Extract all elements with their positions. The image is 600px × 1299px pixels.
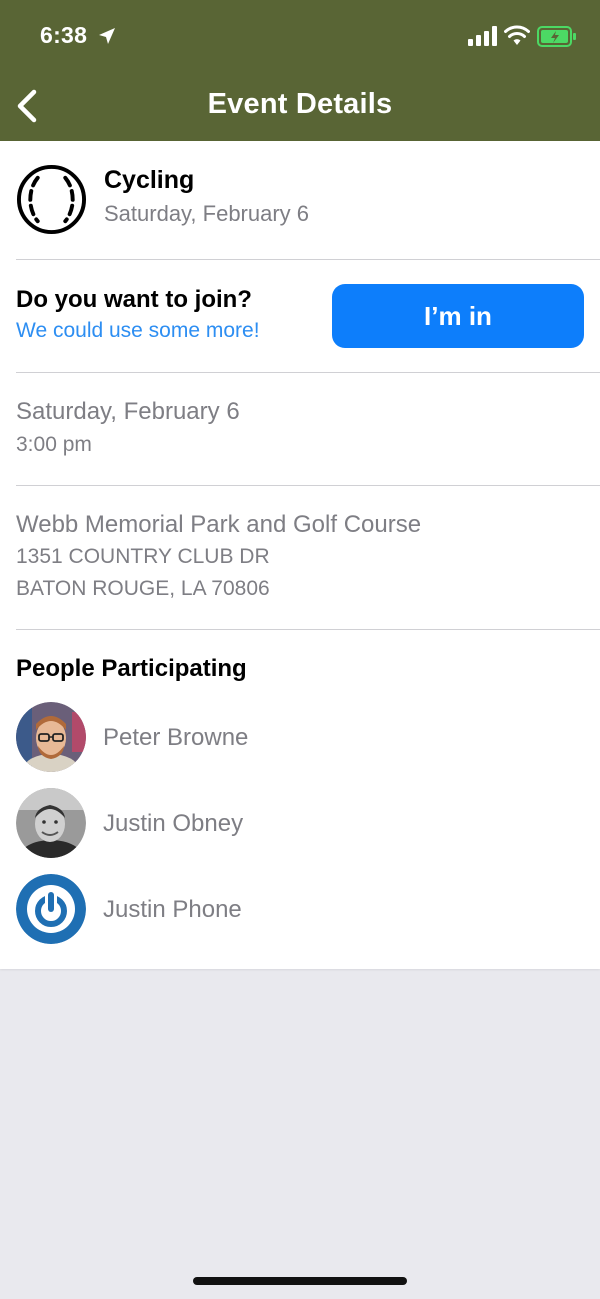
divider <box>16 485 600 486</box>
event-when-time: 3:00 pm <box>16 433 92 456</box>
ball-icon <box>16 164 87 235</box>
event-when-date: Saturday, February 6 <box>16 398 240 425</box>
im-in-button[interactable]: I’m in <box>332 284 584 348</box>
navigation-bar: 6:38 Event Details <box>0 0 600 141</box>
page-title: Event Details <box>207 88 393 120</box>
cellular-signal-icon <box>468 26 497 46</box>
wifi-icon <box>504 25 530 45</box>
status-time: 6:38 <box>40 22 88 48</box>
battery-icon <box>537 26 576 47</box>
home-indicator[interactable] <box>193 1277 407 1285</box>
divider <box>16 629 600 630</box>
event-details-card: Cycling Saturday, February 6 Do you want… <box>0 141 600 969</box>
event-date: Saturday, February 6 <box>104 201 310 226</box>
divider <box>16 259 600 260</box>
location-arrow-icon <box>99 28 115 44</box>
participant-row[interactable]: Justin Obney <box>16 788 584 860</box>
participant-row[interactable]: Justin Phone <box>16 874 584 946</box>
avatar <box>16 788 86 858</box>
join-question: Do you want to join? <box>16 286 252 313</box>
event-title: Cycling <box>104 166 195 194</box>
join-subtitle: We could use some more! <box>16 319 260 342</box>
avatar <box>16 702 86 772</box>
location-address-city: BATON ROUGE, LA 70806 <box>16 577 270 600</box>
participant-name: Justin Obney <box>103 810 244 837</box>
power-icon <box>16 874 86 944</box>
location-address-street: 1351 COUNTRY CLUB DR <box>16 545 270 568</box>
screen: 6:38 Event Details Cycling Saturday, Feb… <box>0 0 600 1299</box>
location-name: Webb Memorial Park and Golf Course <box>16 511 422 538</box>
participant-name: Justin Phone <box>103 896 242 923</box>
people-heading: People Participating <box>16 655 247 682</box>
divider <box>16 372 600 373</box>
participant-name: Peter Browne <box>103 724 249 751</box>
participant-row[interactable]: Peter Browne <box>16 702 584 774</box>
